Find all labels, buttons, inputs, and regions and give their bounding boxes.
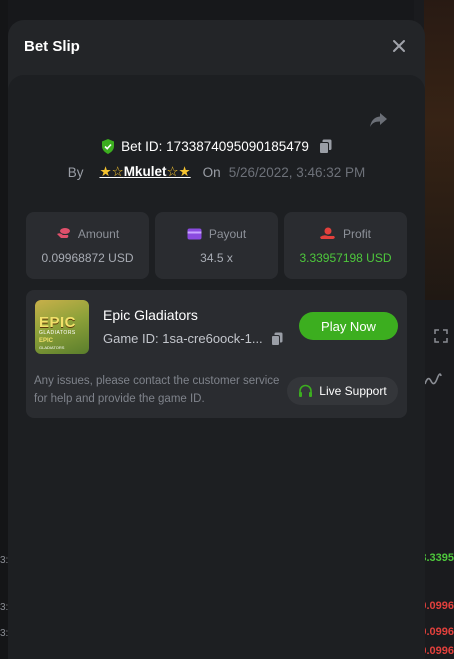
game-card: EPIC GLADIATORS EPIC GLADIATORS Epic Gla… <box>26 290 407 418</box>
headset-icon <box>299 384 313 397</box>
copy-icon[interactable] <box>318 139 332 154</box>
trend-icon[interactable] <box>424 373 442 387</box>
copy-icon[interactable] <box>270 332 283 346</box>
game-thumbnail-title: EPIC <box>39 314 77 331</box>
profit-hand-icon <box>319 227 335 239</box>
on-label: On <box>202 164 221 180</box>
wallet-icon <box>187 228 202 239</box>
background-left: 3:4 3:4 3:4 <box>0 0 14 659</box>
verified-shield-icon <box>102 139 115 154</box>
bet-stats: Amount 0.09968872 USD Payout 34.5 x Prof… <box>26 212 407 279</box>
coins-icon <box>56 228 70 238</box>
amount-value: 0.09968872 USD <box>41 250 134 265</box>
amount-stat: Amount 0.09968872 USD <box>26 212 149 279</box>
close-icon[interactable] <box>391 38 407 54</box>
bet-id: Bet ID: 1733874095090185479 <box>121 139 309 154</box>
live-support-label: Live Support <box>319 384 387 398</box>
background-value: 3.3395 <box>420 552 454 564</box>
game-thumbnail-small-title: EPIC <box>39 338 54 344</box>
help-text: Any issues, please contact the customer … <box>34 375 280 405</box>
bet-slip-modal: Bet Slip Bet ID: 1733874095090185479 By … <box>8 20 425 659</box>
background-value: 0.0996 <box>420 600 454 612</box>
background-value: 0.0996 <box>420 626 454 638</box>
game-id: Game ID: 1sa-cre6oock-1... <box>103 331 263 346</box>
username-link[interactable]: ★☆Mkulet☆★ <box>99 164 190 180</box>
live-support-button[interactable]: Live Support <box>287 377 398 405</box>
share-icon[interactable] <box>369 111 389 129</box>
payout-label: Payout <box>208 226 247 241</box>
bet-author-row: By ★☆Mkulet☆★ On 5/26/2022, 3:46:32 PM <box>8 164 425 180</box>
profit-label: Profit <box>342 226 371 241</box>
play-now-button[interactable]: Play Now <box>299 312 398 340</box>
payout-stat: Payout 34.5 x <box>155 212 278 279</box>
bet-id-row: Bet ID: 1733874095090185479 <box>8 139 425 154</box>
background-banner <box>424 0 454 300</box>
username-stars-right: ☆★ <box>166 164 191 179</box>
profit-stat: Profit 3.33957198 USD <box>284 212 407 279</box>
background-value: 0.0996 <box>420 645 454 657</box>
username: Mkulet <box>123 164 167 179</box>
expand-icon[interactable] <box>434 329 448 343</box>
bet-details-panel: Bet ID: 1733874095090185479 By ★☆Mkulet☆… <box>8 75 425 659</box>
game-thumbnail[interactable]: EPIC GLADIATORS EPIC GLADIATORS <box>35 300 89 354</box>
profit-value: 3.33957198 USD <box>299 250 392 265</box>
by-label: By <box>67 164 84 180</box>
modal-title: Bet Slip <box>24 38 80 55</box>
game-thumbnail-small-subtitle: GLADIATORS <box>39 345 65 350</box>
game-thumbnail-subtitle: GLADIATORS <box>39 330 76 336</box>
game-id-row: Game ID: 1sa-cre6oock-1... <box>103 331 283 346</box>
amount-label: Amount <box>77 226 120 241</box>
bet-date: 5/26/2022, 3:46:32 PM <box>228 164 366 180</box>
username-stars-left: ★☆ <box>99 164 124 179</box>
payout-value: 34.5 x <box>200 250 233 265</box>
game-name: Epic Gladiators <box>103 307 198 323</box>
